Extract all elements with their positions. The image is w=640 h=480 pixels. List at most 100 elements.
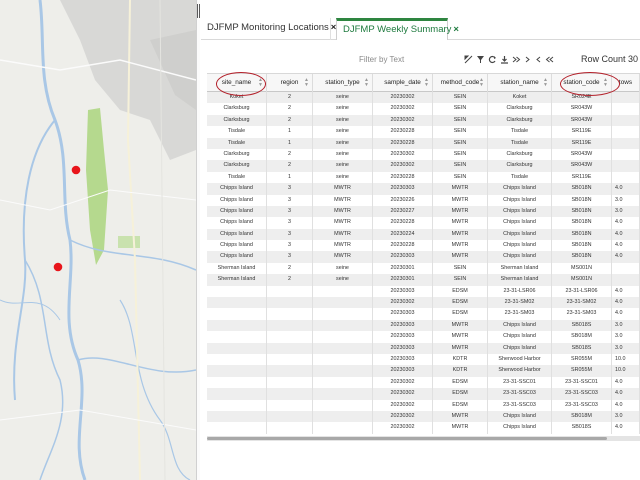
- column-header-method-code[interactable]: method_code ▲ ▼: [433, 74, 488, 92]
- table-row[interactable]: Tisdale 1 seine 20230228 SEIN Tisdale SR119E: [207, 137, 640, 149]
- cell-region: [267, 308, 313, 320]
- table-row[interactable]: Chipps Island 3 MWTR 20230228 MWTR Chipps Isl…: [207, 240, 640, 252]
- table-row[interactable]: 20230302 MWTR Chipps Island SB018S 4.0: [207, 422, 640, 434]
- table-row[interactable]: Clarksburg 2 seine 20230302 SEIN Clarksburg SR…: [207, 160, 640, 172]
- filter-icon[interactable]: [475, 55, 485, 65]
- table-row[interactable]: Tisdale 1 seine 20230228 SEIN Tisdale SR119E: [207, 126, 640, 138]
- table-row[interactable]: Clarksburg 2 seine 20230302 SEIN Clarksburg SR…: [207, 148, 640, 161]
- cell-station-code: SB018M: [552, 410, 612, 423]
- cell-sample-date: 20230228: [373, 217, 433, 229]
- cell-sample-date: 20230303: [373, 183, 433, 195]
- splitter-grip-icon[interactable]: [197, 4, 200, 18]
- table-row[interactable]: 20230303 KDTR Sherwood Harbor SR055M 10.0: [207, 353, 640, 366]
- cell-site-name: [207, 353, 267, 366]
- column-header-region[interactable]: region ▲ ▼: [267, 74, 313, 92]
- table-row[interactable]: Chipps Island 3 MWTR 20230227 MWTR Chipps Isl…: [207, 205, 640, 218]
- column-header-sample-date[interactable]: sample_date ▲ ▼: [373, 74, 433, 92]
- cell-station-name: Chipps Island: [488, 205, 552, 218]
- cell-station-name: Koket: [488, 92, 552, 104]
- cell-station-type: [313, 422, 373, 434]
- cell-method-code: EDSM: [433, 388, 488, 400]
- sort-icon[interactable]: ▲ ▼: [424, 78, 429, 88]
- cell-station-name: Tisdale: [488, 137, 552, 149]
- cell-sample-date: 20230301: [373, 262, 433, 275]
- last-page-icon[interactable]: [511, 55, 521, 65]
- cell-sample-date: 20230226: [373, 194, 433, 206]
- table-row[interactable]: Chipps Island 3 MWTR 20230228 MWTR Chipps Isl…: [207, 217, 640, 229]
- cell-station-code: MS001N: [552, 274, 612, 286]
- cell-method-code: MWTR: [433, 342, 488, 354]
- cell-sample-date: 20230301: [373, 274, 433, 286]
- table-row[interactable]: Sherman Island 2 seine 20230301 SEIN Sherman …: [207, 274, 640, 286]
- cell-station-code: SR119E: [552, 137, 612, 149]
- cell-site-name: Clarksburg: [207, 160, 267, 172]
- cell-sample-date: 20230228: [373, 171, 433, 184]
- cell-station-code: SB018N: [552, 194, 612, 206]
- table-row[interactable]: 20230303 MWTR Chipps Island SB018S 3.0: [207, 319, 640, 332]
- refresh-icon[interactable]: [487, 55, 497, 65]
- map-canvas[interactable]: [0, 0, 196, 480]
- download-icon[interactable]: [499, 55, 509, 65]
- sort-icon[interactable]: ▲ ▼: [364, 78, 369, 88]
- cell-tows: 4.0: [612, 285, 640, 298]
- close-icon[interactable]: ×: [453, 24, 459, 35]
- table-row[interactable]: Chipps Island 3 MWTR 20230303 MWTR Chipps Isl…: [207, 251, 640, 263]
- table-row[interactable]: 20230302 EDSM 23-31-SSC01 23-31-SSC01 4.0: [207, 376, 640, 389]
- cell-station-type: seine: [313, 126, 373, 138]
- sort-icon[interactable]: ▲ ▼: [304, 78, 309, 88]
- table-row[interactable]: Clarksburg 2 seine 20230302 SEIN Clarksburg SR…: [207, 114, 640, 127]
- table-row[interactable]: Tisdale 1 seine 20230228 SEIN Tisdale SR119E: [207, 171, 640, 184]
- cell-method-code: KDTR: [433, 353, 488, 366]
- cell-tows: 4.0: [612, 376, 640, 389]
- cell-station-name: 23-31-SSC01: [488, 376, 552, 389]
- cell-station-code: 23-31-SSC03: [552, 399, 612, 411]
- table-row[interactable]: 20230302 MWTR Chipps Island SB018M 3.0: [207, 410, 640, 423]
- cell-site-name: [207, 399, 267, 411]
- prev-page-icon[interactable]: [533, 55, 543, 65]
- column-header-station-type[interactable]: station_type ▲ ▼: [313, 74, 373, 92]
- toggle-filter-icon[interactable]: [463, 55, 473, 65]
- cell-station-type: [313, 331, 373, 343]
- column-header-station-name[interactable]: station_name ▲ ▼: [488, 74, 552, 92]
- tab-weekly-summary[interactable]: DJFMP Weekly Summary ×: [336, 18, 459, 40]
- tab-monitoring-locations[interactable]: DJFMP Monitoring Locations ×: [201, 18, 336, 40]
- cell-sample-date: 20230302: [373, 376, 433, 389]
- column-header-label: station_name: [500, 79, 539, 86]
- cell-station-code: SB018N: [552, 251, 612, 263]
- table-row[interactable]: 20230303 EDSM 23-31-SM03 23-31-SM03 4.0: [207, 308, 640, 320]
- cell-sample-date: 20230303: [373, 251, 433, 263]
- scrollbar-thumb[interactable]: [207, 437, 607, 440]
- table-row[interactable]: 20230303 MWTR Chipps Island SB018S 3.0: [207, 342, 640, 354]
- cell-station-code: SB018S: [552, 422, 612, 434]
- cell-site-name: [207, 319, 267, 332]
- cell-station-code: SB018N: [552, 217, 612, 229]
- filter-input[interactable]: Filter by Text: [359, 55, 404, 64]
- horizontal-scrollbar[interactable]: [207, 436, 640, 441]
- cell-method-code: MWTR: [433, 240, 488, 252]
- table-row[interactable]: Clarksburg 2 seine 20230302 SEIN Clarksburg SR…: [207, 103, 640, 115]
- cell-method-code: SEIN: [433, 114, 488, 127]
- table-row[interactable]: 20230303 MWTR Chipps Island SB018M 3.0: [207, 331, 640, 343]
- row-count-select[interactable]: Row Count 30 ⌄: [581, 54, 640, 64]
- cell-station-code: 23-31-SM02: [552, 297, 612, 309]
- tab-label: DJFMP Monitoring Locations: [207, 22, 329, 33]
- sort-icon[interactable]: ▲ ▼: [479, 78, 484, 88]
- cell-site-name: [207, 331, 267, 343]
- first-page-icon[interactable]: [544, 55, 554, 65]
- table-row[interactable]: 20230302 EDSM 23-31-SSC03 23-31-SSC03 4.0: [207, 399, 640, 411]
- cell-sample-date: 20230303: [373, 319, 433, 332]
- table-row[interactable]: Sherman Island 2 seine 20230301 SEIN Sherman …: [207, 262, 640, 275]
- map-view[interactable]: [0, 0, 196, 480]
- next-page-icon[interactable]: [522, 55, 532, 65]
- cell-tows: 4.0: [612, 388, 640, 400]
- pane-splitter[interactable]: [196, 0, 200, 480]
- table-row[interactable]: 20230303 KDTR Sherwood Harbor SR055M 10.0: [207, 365, 640, 377]
- table-row[interactable]: Chipps Island 3 MWTR 20230303 MWTR Chipps Isl…: [207, 183, 640, 195]
- sort-icon[interactable]: ▲ ▼: [543, 78, 548, 88]
- table-row[interactable]: 20230302 EDSM 23-31-SM02 23-31-SM02 4.0: [207, 297, 640, 309]
- table-row[interactable]: Chipps Island 3 MWTR 20230224 MWTR Chipps Isl…: [207, 228, 640, 241]
- table-row[interactable]: Chipps Island 3 MWTR 20230226 MWTR Chipps Isl…: [207, 194, 640, 206]
- table-row[interactable]: 20230303 EDSM 23-31-LSR06 23-31-LSR06 4.0: [207, 285, 640, 298]
- cell-site-name: Chipps Island: [207, 228, 267, 241]
- table-row[interactable]: 20230302 EDSM 23-31-SSC03 23-31-SSC03 4.0: [207, 388, 640, 400]
